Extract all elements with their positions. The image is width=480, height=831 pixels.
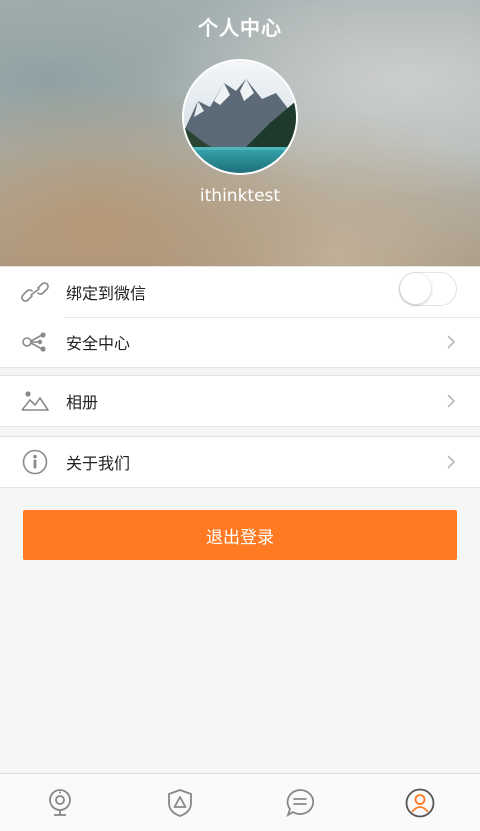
album-row[interactable]: 相册: [0, 376, 480, 426]
user-icon: [405, 788, 435, 817]
landscape-icon: [21, 391, 49, 411]
page-title: 个人中心: [198, 16, 282, 40]
tab-profile[interactable]: [360, 774, 480, 831]
wechat-bind-label: 绑定到微信: [66, 284, 147, 303]
profile-header: 个人中心 ithinktest: [0, 0, 480, 268]
info-icon: [22, 449, 48, 475]
link-icon: [21, 282, 49, 302]
about-us-row[interactable]: 关于我们: [0, 437, 480, 487]
logout-button[interactable]: 退出登录: [23, 510, 457, 560]
wechat-bind-row: 绑定到微信: [0, 267, 480, 317]
camera-icon: [49, 788, 71, 816]
security-center-row[interactable]: 安全中心: [0, 317, 480, 367]
avatar[interactable]: [182, 59, 298, 175]
album-label: 相册: [66, 393, 99, 412]
chevron-right-icon: [447, 394, 456, 408]
shield-icon: [168, 788, 192, 817]
avatar-image: [184, 61, 296, 173]
username: ithinktest: [199, 186, 281, 206]
tab-camera[interactable]: [0, 774, 120, 831]
wechat-bind-toggle[interactable]: [399, 272, 457, 306]
toggle-knob: [400, 273, 431, 304]
chat-icon: [286, 788, 315, 817]
about-us-label: 关于我们: [66, 454, 131, 473]
account-group: 绑定到微信 安全中心: [0, 266, 480, 368]
tab-messages[interactable]: [240, 774, 360, 831]
tab-security[interactable]: [120, 774, 240, 831]
album-group: 相册: [0, 375, 480, 427]
chevron-right-icon: [447, 335, 456, 349]
bottom-tab-bar: [0, 773, 480, 831]
chevron-right-icon: [447, 455, 456, 469]
share-nodes-icon: [22, 332, 46, 352]
about-group: 关于我们: [0, 436, 480, 488]
security-center-label: 安全中心: [66, 334, 131, 353]
